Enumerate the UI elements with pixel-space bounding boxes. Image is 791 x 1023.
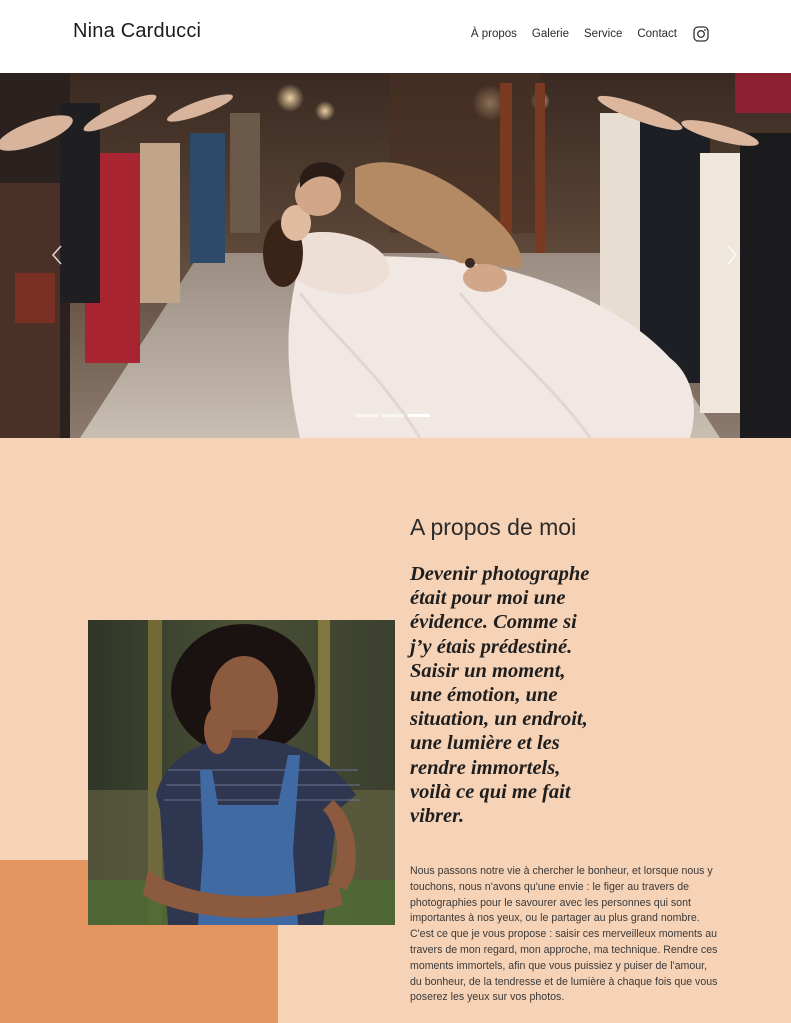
nav-link-contact[interactable]: Contact	[637, 28, 677, 40]
about-title: A propos de moi	[410, 514, 577, 540]
wedding-couple-kiss-photo	[0, 73, 791, 438]
instagram-icon[interactable]	[693, 26, 709, 42]
nav-link-service[interactable]: Service	[584, 28, 622, 40]
chevron-right-icon[interactable]	[721, 243, 741, 267]
nav-link-about[interactable]: À propos	[471, 28, 517, 40]
main-nav: À propos Galerie Service Contact	[471, 26, 709, 42]
hero-carousel[interactable]	[0, 73, 791, 438]
about-quote: Devenir photographe était pour moi une é…	[410, 563, 590, 828]
chevron-left-icon[interactable]	[48, 243, 68, 267]
portrait-photo	[88, 620, 395, 925]
about-body-text: Nous passons notre vie à chercher le bon…	[410, 865, 718, 1004]
nav-link-gallery[interactable]: Galerie	[532, 28, 569, 40]
about-section: A propos de moi Devenir photographe étai…	[0, 438, 791, 1023]
carousel-indicators	[356, 414, 430, 417]
site-brand[interactable]: Nina Carducci	[73, 20, 201, 43]
carousel-indicator-active[interactable]	[408, 414, 430, 417]
carousel-indicator[interactable]	[356, 414, 378, 417]
site-header: Nina Carducci À propos Galerie Service C…	[0, 0, 791, 73]
carousel-indicator[interactable]	[382, 414, 404, 417]
